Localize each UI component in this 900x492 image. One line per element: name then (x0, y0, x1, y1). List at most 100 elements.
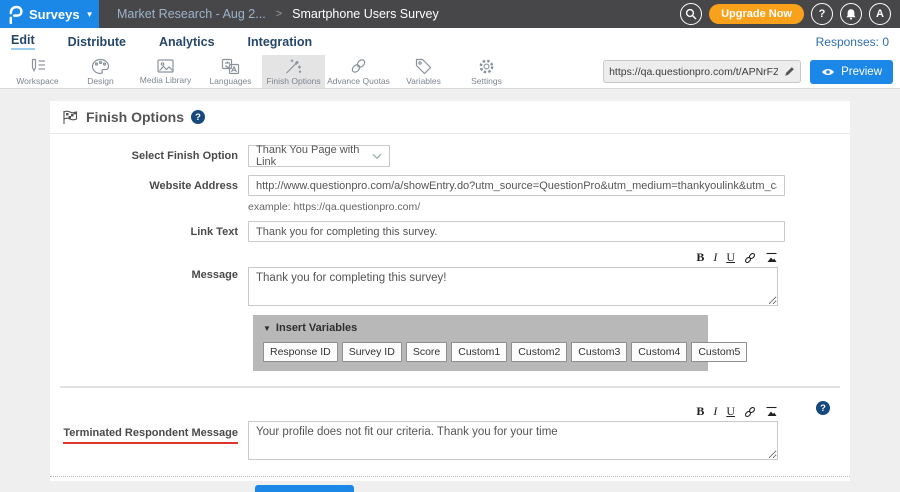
help-button[interactable]: ? (811, 3, 833, 25)
message-label: Message (50, 250, 238, 311)
product-menu-label: Surveys (29, 7, 80, 22)
pencil-icon (784, 66, 795, 77)
message-textarea[interactable]: Thank you for completing this survey! (248, 267, 778, 306)
variable-button-custom4[interactable]: Custom4 (631, 342, 687, 362)
variable-button-custom5[interactable]: Custom5 (691, 342, 747, 362)
card-header: Finish Options ? (50, 101, 850, 134)
header-actions: Upgrade Now ? A (680, 0, 900, 28)
insert-link-button[interactable] (744, 406, 756, 418)
underline-button[interactable]: U (726, 250, 735, 265)
finish-option-selected-value: Thank You Page with Link (256, 144, 372, 168)
toolbar-item-languages[interactable]: Languages (199, 55, 262, 88)
workspace-icon (28, 58, 48, 75)
survey-url-box[interactable]: https://qa.questionpro.com/t/APNrFZgQ (603, 60, 801, 83)
insert-image-button[interactable] (765, 252, 778, 263)
product-menu[interactable]: Surveys ▼ (0, 0, 99, 28)
settings-gear-icon (477, 58, 496, 75)
bell-icon (845, 8, 857, 20)
finish-options-form: Select Finish Option Thank You Page with… (50, 134, 850, 492)
terminated-message-row: Terminated Respondent Message B I U (50, 418, 850, 465)
edit-toolbar: Workspace Design Media Library Languages (0, 55, 900, 89)
page-title: Finish Options (86, 109, 184, 125)
top-header: Surveys ▼ Market Research - Aug 2... > S… (0, 0, 900, 28)
breadcrumb: Market Research - Aug 2... > Smartphone … (99, 0, 680, 28)
link-text-row: Link Text (50, 221, 850, 242)
image-upload-icon (765, 406, 778, 417)
toolbar-item-design[interactable]: Design (69, 55, 132, 88)
italic-button[interactable]: I (713, 250, 717, 265)
survey-url: https://qa.questionpro.com/t/APNrFZgQ (604, 66, 778, 78)
toolbar-label: Settings (471, 76, 502, 86)
insert-link-button[interactable] (744, 252, 756, 264)
message-format-toolbar: B I U (248, 250, 778, 265)
message-row: Message B I U (50, 250, 850, 311)
search-button[interactable] (680, 3, 702, 25)
nav-tab-integration[interactable]: Integration (248, 35, 313, 49)
finish-options-card: Finish Options ? Select Finish Option Th… (50, 101, 850, 481)
breadcrumb-folder[interactable]: Market Research - Aug 2... (117, 7, 266, 21)
upgrade-now-button[interactable]: Upgrade Now (709, 4, 804, 24)
finish-flag-icon (62, 110, 79, 125)
toolbar-item-variables[interactable]: Variables (392, 55, 455, 88)
nav-tab-analytics[interactable]: Analytics (159, 35, 215, 49)
preview-button-label: Preview (841, 66, 882, 78)
eye-icon (821, 67, 835, 77)
variable-button-custom3[interactable]: Custom3 (571, 342, 627, 362)
responses-count[interactable]: Responses: 0 (816, 35, 889, 49)
italic-button[interactable]: I (713, 404, 717, 419)
design-palette-icon (91, 58, 110, 75)
variable-button-custom2[interactable]: Custom2 (511, 342, 567, 362)
website-address-hint: example: https://qa.questionpro.com/ (248, 201, 785, 213)
link-text-label: Link Text (50, 221, 238, 242)
section-divider (60, 386, 840, 388)
nav-tab-edit[interactable]: Edit (11, 33, 35, 50)
variable-button-score[interactable]: Score (406, 342, 447, 362)
toolbar-label: Workspace (16, 76, 58, 86)
bold-button[interactable]: B (696, 404, 704, 419)
terminated-message-label: Terminated Respondent Message (63, 427, 238, 444)
questionpro-logo-icon (8, 5, 23, 24)
toolbar-item-media-library[interactable]: Media Library (132, 55, 199, 88)
link-text-input[interactable] (248, 221, 785, 242)
avatar[interactable]: A (869, 3, 891, 25)
toolbar-item-workspace[interactable]: Workspace (6, 55, 69, 88)
select-finish-option-label: Select Finish Option (50, 145, 238, 167)
finish-options-help-icon[interactable]: ? (191, 110, 205, 124)
finish-option-select[interactable]: Thank You Page with Link (248, 145, 390, 167)
chevron-down-icon: ▼ (86, 10, 94, 19)
breadcrumb-survey-title: Smartphone Users Survey (292, 7, 439, 21)
breadcrumb-chevron-icon: > (276, 8, 282, 20)
variable-button-survey-id[interactable]: Survey ID (342, 342, 402, 362)
website-address-input[interactable] (248, 175, 785, 196)
survey-nav: Edit Distribute Analytics Integration Re… (0, 28, 900, 55)
terminated-message-textarea[interactable]: Your profile does not fit our criteria. … (248, 421, 778, 460)
toolbar-item-settings[interactable]: Settings (455, 55, 518, 88)
link-icon (744, 252, 756, 264)
variable-button-response-id[interactable]: Response ID (263, 342, 338, 362)
notifications-button[interactable] (840, 3, 862, 25)
toolbar-item-advance-quotas[interactable]: Advance Quotas (325, 55, 392, 88)
website-address-label: Website Address (50, 175, 238, 213)
advance-quotas-links-icon (349, 58, 368, 75)
save-changes-button[interactable]: Save Changes (255, 485, 354, 492)
bold-button[interactable]: B (696, 250, 704, 265)
image-upload-icon (765, 252, 778, 263)
toolbar-label: Languages (209, 76, 251, 86)
insert-image-button[interactable] (765, 406, 778, 417)
variable-button-custom1[interactable]: Custom1 (451, 342, 507, 362)
chevron-down-icon (372, 153, 382, 160)
insert-variables-toggle[interactable]: ▼ Insert Variables (263, 322, 700, 334)
finish-options-wand-icon (284, 58, 303, 75)
preview-button[interactable]: Preview (810, 60, 893, 84)
toolbar-item-finish-options[interactable]: Finish Options (262, 55, 325, 88)
media-library-icon (156, 58, 175, 74)
toolbar-label: Finish Options (266, 76, 320, 86)
website-address-row: Website Address example: https://qa.ques… (50, 175, 850, 213)
underline-button[interactable]: U (726, 404, 735, 419)
save-row: Save Changes (50, 477, 850, 492)
edit-url-button[interactable] (778, 61, 800, 82)
terminated-section-help-icon[interactable]: ? (816, 401, 830, 415)
insert-variables-title: Insert Variables (276, 322, 357, 334)
page-body: Finish Options ? Select Finish Option Th… (0, 89, 900, 481)
nav-tab-distribute[interactable]: Distribute (68, 35, 126, 49)
